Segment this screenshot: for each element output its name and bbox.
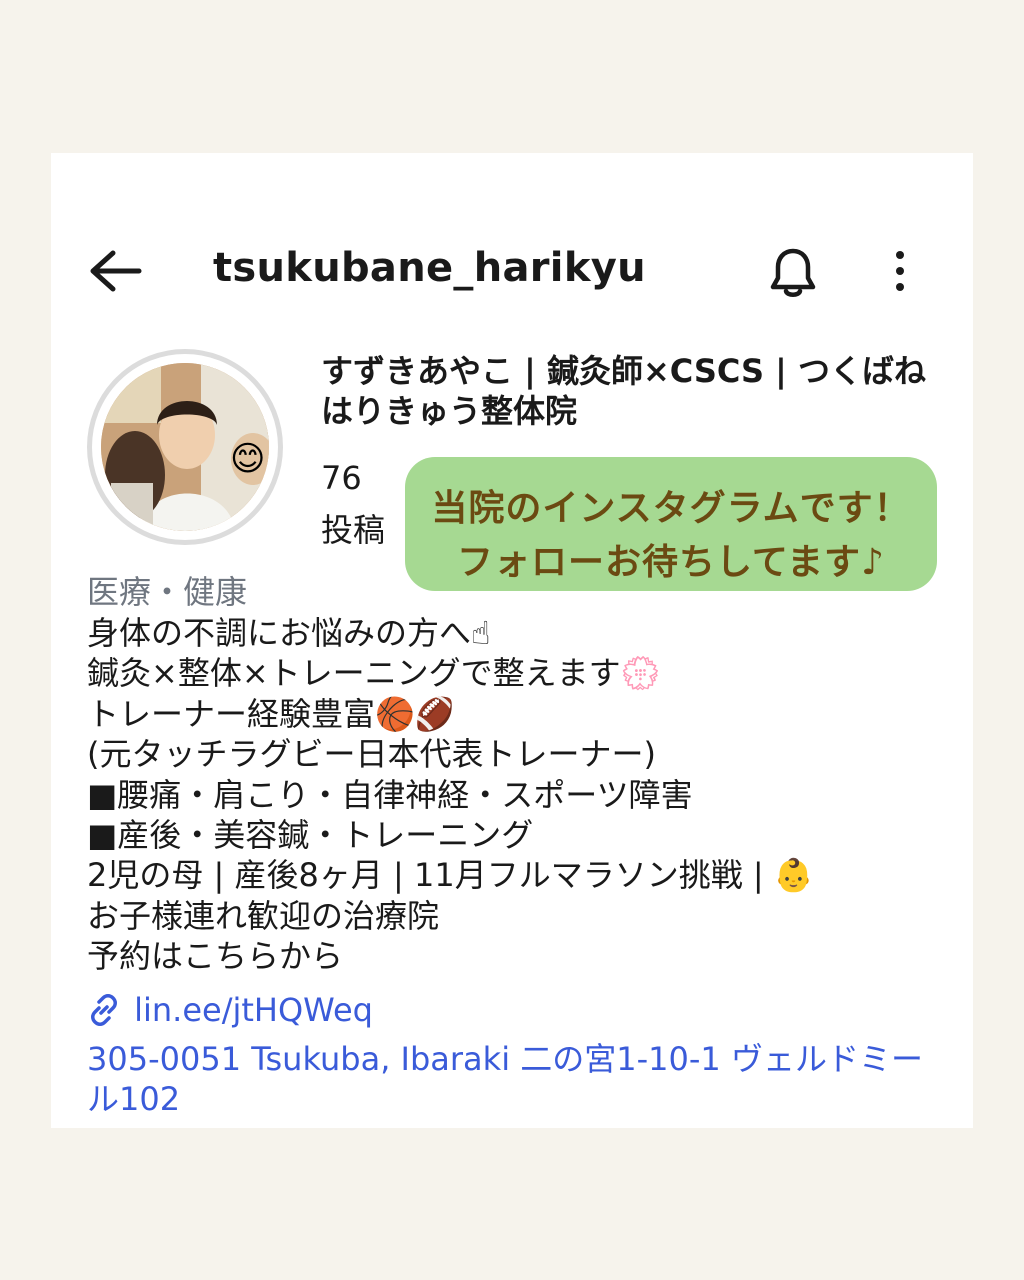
profile-category: 医療・健康: [87, 573, 248, 611]
bio-line: ■産後・美容鍼・トレーニング: [87, 816, 534, 855]
bio-line: ■腰痛・肩こり・自律神経・スポーツ障害: [87, 775, 693, 814]
bio-line: 鍼灸×整体×トレーニングで整えます💮: [87, 654, 661, 693]
bio-line: トレーナー経験豊富🏀🏈: [87, 694, 455, 733]
bio-line: (元タッチラグビー日本代表トレーナー): [87, 735, 656, 774]
profile-avatar[interactable]: 😊: [87, 349, 283, 545]
back-button[interactable]: [87, 247, 143, 295]
bell-icon: [770, 248, 816, 297]
posts-label[interactable]: 投稿: [321, 505, 385, 551]
profile-link[interactable]: lin.ee/jtHQWeq: [87, 991, 373, 1035]
more-vertical-icon: [896, 251, 904, 291]
display-name: すずきあやこ | 鍼灸師×CSCS | つくばねはりきゅう整体院: [321, 352, 927, 430]
bio-line: 予約はこちらから: [87, 937, 344, 976]
posts-count[interactable]: 76: [321, 459, 362, 497]
smile-emoji: 😊: [230, 439, 266, 479]
more-options-button[interactable]: [885, 247, 915, 295]
profile-bio: 身体の不調にお悩みの方へ☝ 鍼灸×整体×トレーニングで整えます💮 トレーナー経験…: [87, 613, 947, 977]
bio-line: 2児の母 | 産後8ヶ月 | 11月フルマラソン挑戦 | 👶: [87, 856, 814, 895]
profile-card: tsukubane_harikyu 😊 すずきあやこ | 鍼灸師×CSCS | …: [51, 153, 973, 1128]
notifications-button[interactable]: [765, 245, 821, 301]
link-text[interactable]: lin.ee/jtHQWeq: [134, 991, 373, 1029]
link-icon: [91, 994, 117, 1026]
arrow-left-icon: [90, 250, 142, 292]
promo-banner: 当院のインスタグラムです！ フォローお待ちしてます♪: [405, 457, 937, 591]
profile-handle: tsukubane_harikyu: [213, 245, 646, 291]
bio-line: お子様連れ歓迎の治療院: [87, 896, 440, 935]
profile-address[interactable]: 305-0051 Tsukuba, Ibaraki 二の宮1-10-1 ヴェルド…: [87, 1039, 947, 1119]
promo-line-1: 当院のインスタグラムです！: [431, 488, 911, 529]
promo-line-2: フォローお待ちしてます♪: [456, 542, 886, 583]
bio-line: 身体の不調にお悩みの方へ☝: [87, 614, 491, 652]
